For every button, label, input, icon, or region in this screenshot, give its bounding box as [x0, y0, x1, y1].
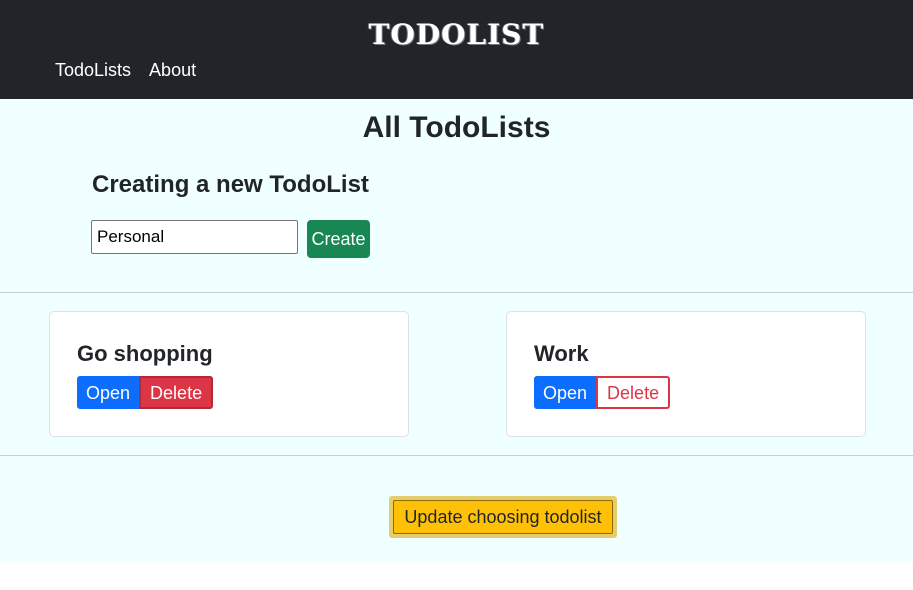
- main-content: All TodoLists Creating a new TodoList Cr…: [0, 99, 913, 562]
- delete-button[interactable]: Delete: [596, 376, 671, 409]
- open-button[interactable]: Open: [534, 376, 597, 409]
- todolist-card-go-shopping: Go shopping Open Delete: [49, 311, 409, 437]
- create-todolist-heading: Creating a new TodoList: [92, 171, 369, 198]
- divider-bottom: [0, 455, 913, 456]
- page-title: All TodoLists: [362, 111, 551, 144]
- open-button[interactable]: Open: [77, 376, 140, 409]
- card-actions: Open Delete: [534, 376, 671, 409]
- nav-links: TodoLists About: [55, 60, 196, 81]
- card-actions: Open Delete: [77, 376, 214, 409]
- nav-link-about[interactable]: About: [149, 60, 196, 81]
- navbar: TODOLIST TodoLists About: [0, 0, 913, 99]
- todolist-name-input[interactable]: [91, 220, 298, 254]
- create-button[interactable]: Create: [307, 220, 370, 258]
- brand-title: TODOLIST: [368, 18, 545, 51]
- todolist-card-work: Work Open Delete: [506, 311, 866, 437]
- update-button-focus-ring: Update choosing todolist: [389, 496, 617, 538]
- divider-top: [0, 292, 913, 293]
- todolist-card-title: Work: [534, 341, 589, 366]
- delete-button[interactable]: Delete: [139, 376, 214, 409]
- todolist-card-title: Go shopping: [77, 341, 213, 366]
- nav-link-todolists[interactable]: TodoLists: [55, 60, 131, 81]
- update-choosing-todolist-button[interactable]: Update choosing todolist: [393, 500, 613, 534]
